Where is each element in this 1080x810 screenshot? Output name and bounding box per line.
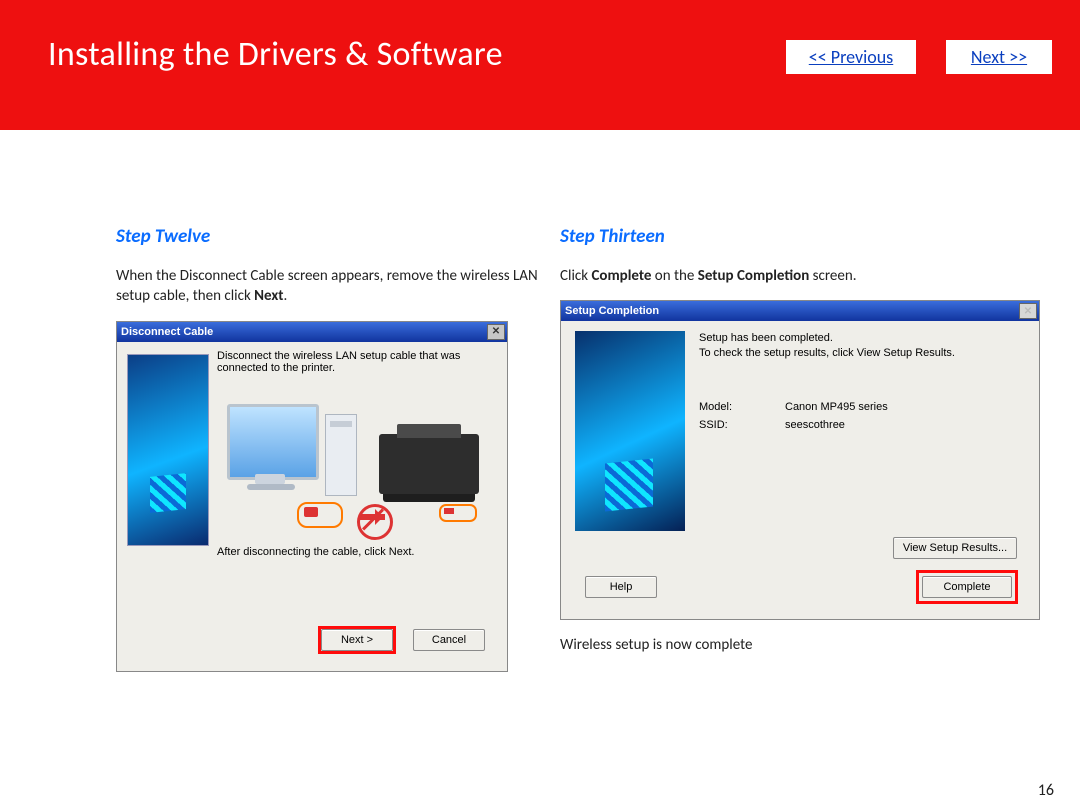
- model-value: Canon MP495 series: [785, 401, 888, 413]
- close-icon[interactable]: ✕: [487, 324, 505, 340]
- step12-intro-text: When the Disconnect Cable screen appears…: [116, 267, 538, 305]
- usb-cable-icon: [297, 502, 343, 528]
- dialog1-footer: Next > Cancel: [127, 619, 497, 663]
- dialog2-titlebar: Setup Completion ✕: [561, 301, 1039, 321]
- next-button[interactable]: Next >: [321, 629, 393, 651]
- decorative-panel2: [575, 331, 685, 531]
- view-setup-results-button[interactable]: View Setup Results...: [893, 537, 1017, 559]
- step13-heading: Step Thirteen: [560, 225, 1040, 248]
- ssid-value: seescothree: [785, 419, 845, 431]
- printer-usb-icon: [439, 504, 477, 522]
- dialog1-title: Disconnect Cable: [121, 326, 213, 338]
- help-button[interactable]: Help: [585, 576, 657, 598]
- page-title: Installing the Drivers & Software: [48, 34, 503, 75]
- complete-button[interactable]: Complete: [922, 576, 1012, 598]
- dialog1-instruction2: After disconnecting the cable, click Nex…: [217, 546, 414, 558]
- computer-tower-icon: [325, 414, 357, 496]
- dialog2-details: Model: Canon MP495 series SSID: seescothre…: [699, 401, 1027, 431]
- step12-intro: When the Disconnect Cable screen appears…: [116, 266, 546, 307]
- step-twelve-column: Step Twelve When the Disconnect Cable sc…: [116, 225, 546, 672]
- header-bar: Installing the Drivers & Software << Pre…: [0, 0, 1080, 130]
- dialog1-body: Disconnect the wireless LAN setup cable …: [117, 342, 507, 671]
- step12-intro-period: .: [283, 287, 287, 305]
- step12-intro-next: Next: [254, 287, 283, 305]
- setup-completion-dialog: Setup Completion ✕ Setup has been comple…: [560, 300, 1040, 620]
- disconnect-arrow-icon: [357, 504, 389, 536]
- monitor-icon: [227, 404, 319, 480]
- next-link[interactable]: Next >>: [946, 40, 1052, 74]
- cancel-button[interactable]: Cancel: [413, 629, 485, 651]
- dialog1-titlebar: Disconnect Cable ✕: [117, 322, 507, 342]
- step13-post: Wireless setup is now complete: [560, 636, 1040, 654]
- step13-intro: Click Complete on the Setup Completion s…: [560, 266, 1040, 286]
- dialog2-body: Setup has been completed. To check the s…: [561, 321, 1039, 619]
- previous-link[interactable]: << Previous: [786, 40, 916, 74]
- dialog2-message: Setup has been completed. To check the s…: [699, 331, 1027, 361]
- dialog2-footer: Help Complete: [573, 565, 1027, 613]
- page-number: 16: [1038, 781, 1054, 800]
- close-icon-disabled: ✕: [1019, 303, 1037, 319]
- printer-icon: [379, 434, 479, 494]
- complete-button-highlight: Complete: [919, 573, 1015, 601]
- step-thirteen-column: Step Thirteen Click Complete on the Setu…: [560, 225, 1040, 669]
- disconnect-cable-dialog: Disconnect Cable ✕ Disconnect the wirele…: [116, 321, 508, 672]
- step12-heading: Step Twelve: [116, 225, 546, 248]
- next-button-highlight: Next >: [321, 629, 393, 651]
- model-label: Model:: [699, 401, 739, 413]
- ssid-label: SSID:: [699, 419, 739, 431]
- dialog2-title: Setup Completion: [565, 305, 659, 317]
- decorative-panel: [127, 354, 209, 546]
